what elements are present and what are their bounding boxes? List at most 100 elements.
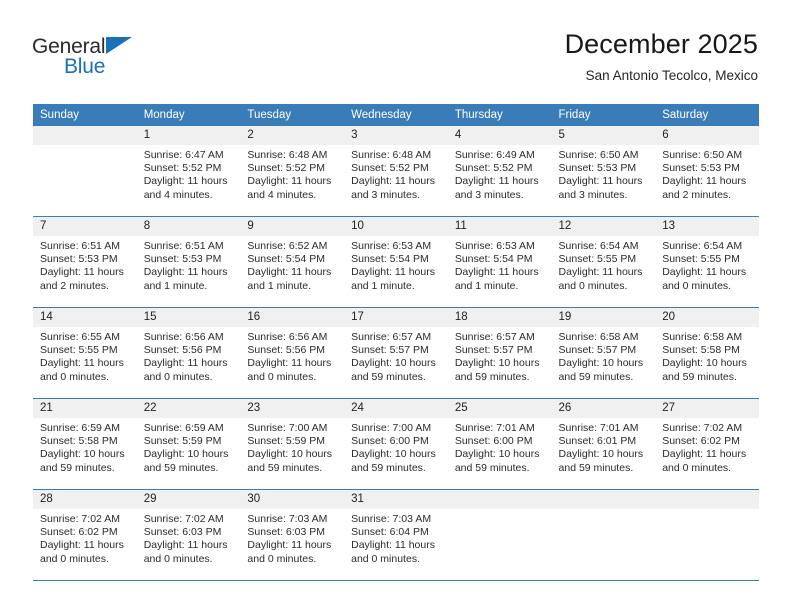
calendar-page: General Blue December 2025 San Antonio T…	[0, 0, 792, 612]
daylight-text: Daylight: 11 hours and 1 minute.	[454, 266, 539, 292]
calendar-day-cell[interactable]: 10 Sunrise: 6:53 AM Sunset: 5:54 PM Dayligh…	[344, 216, 448, 308]
calendar-day-cell[interactable]: 29 Sunrise: 7:02 AM Sunset: 6:03 PM Dayligh…	[136, 489, 241, 580]
calendar-day-cell[interactable]: 2 Sunrise: 6:48 AM Sunset: 5:52 PM Daylight…	[240, 126, 345, 217]
sunrise-text: Sunrise: 6:51 AM	[143, 240, 224, 252]
sunrise-text: Sunrise: 6:57 AM	[454, 331, 535, 343]
day-cell-inner: 20 Sunrise: 6:58 AM Sunset: 5:58 PM Dayligh…	[655, 308, 759, 398]
calendar-day-cell[interactable]: 27 Sunrise: 7:02 AM Sunset: 6:02 PM Dayligh…	[655, 398, 759, 490]
sunrise-text: Sunrise: 6:56 AM	[143, 331, 224, 343]
day-number: 19	[551, 308, 656, 327]
day-details: Sunrise: 7:01 AM Sunset: 6:00 PM Daylight:…	[448, 418, 552, 475]
sunset-text: Sunset: 6:00 PM	[351, 435, 429, 448]
sunrise-text: Sunrise: 6:48 AM	[247, 149, 328, 161]
calendar-day-cell[interactable]: 11 Sunrise: 6:53 AM Sunset: 5:54 PM Dayligh…	[447, 216, 552, 308]
sunset-text: Sunset: 5:56 PM	[247, 344, 326, 357]
calendar-day-cell[interactable]: 24 Sunrise: 7:00 AM Sunset: 6:00 PM Dayligh…	[344, 398, 448, 490]
day-number: 3	[344, 126, 448, 145]
calendar-day-cell[interactable]: 26 Sunrise: 7:01 AM Sunset: 6:01 PM Dayligh…	[551, 398, 656, 490]
sunrise-text: Sunrise: 7:00 AM	[351, 422, 432, 434]
calendar-day-cell[interactable]: 21 Sunrise: 6:59 AM Sunset: 5:58 PM Dayligh…	[33, 398, 137, 490]
brand-name-top: General	[32, 35, 106, 58]
day-cell-inner: 30 Sunrise: 7:03 AM Sunset: 6:03 PM Dayligh…	[240, 490, 345, 580]
calendar-day-cell[interactable]: 13 Sunrise: 6:54 AM Sunset: 5:55 PM Dayligh…	[655, 216, 759, 308]
day-number: 24	[344, 399, 448, 418]
calendar-day-cell[interactable]: 16 Sunrise: 6:56 AM Sunset: 5:56 PM Dayligh…	[240, 307, 345, 399]
day-cell-inner: 19 Sunrise: 6:58 AM Sunset: 5:57 PM Dayligh…	[551, 308, 656, 398]
day-cell-inner: 12 Sunrise: 6:54 AM Sunset: 5:55 PM Dayligh…	[551, 217, 656, 307]
daylight-text: Daylight: 11 hours and 0 minutes.	[247, 357, 332, 383]
calendar-day-cell[interactable]: 30 Sunrise: 7:03 AM Sunset: 6:03 PM Dayligh…	[240, 489, 345, 580]
day-cell-inner	[33, 126, 137, 216]
day-number: 2	[240, 126, 345, 145]
calendar-day-cell[interactable]: 14 Sunrise: 6:55 AM Sunset: 5:55 PM Dayligh…	[33, 307, 137, 399]
day-number: 4	[447, 126, 552, 145]
day-number: 13	[655, 217, 759, 236]
day-details: Sunrise: 6:50 AM Sunset: 5:53 PM Daylight:…	[655, 145, 759, 202]
day-details: Sunrise: 7:03 AM Sunset: 6:03 PM Daylight:…	[240, 509, 344, 566]
calendar-day-cell[interactable]: 15 Sunrise: 6:56 AM Sunset: 5:56 PM Dayligh…	[136, 307, 241, 399]
calendar-day-cell[interactable]: 25 Sunrise: 7:01 AM Sunset: 6:00 PM Dayligh…	[447, 398, 552, 490]
day-details: Sunrise: 7:00 AM Sunset: 6:00 PM Daylight:…	[344, 418, 448, 475]
day-details: Sunrise: 6:49 AM Sunset: 5:52 PM Daylight:…	[448, 145, 552, 202]
calendar-day-cell[interactable]: 8 Sunrise: 6:51 AM Sunset: 5:53 PM Daylight…	[136, 216, 241, 308]
calendar-cell-empty	[33, 126, 137, 217]
calendar-day-cell[interactable]: 28 Sunrise: 7:02 AM Sunset: 6:02 PM Dayligh…	[33, 489, 137, 580]
day-cell-inner: 15 Sunrise: 6:56 AM Sunset: 5:56 PM Dayligh…	[136, 308, 241, 398]
day-details: Sunrise: 6:59 AM Sunset: 5:59 PM Daylight:…	[137, 418, 241, 475]
calendar-day-cell[interactable]: 31 Sunrise: 7:03 AM Sunset: 6:04 PM Dayligh…	[344, 489, 448, 580]
day-number: 30	[240, 490, 345, 509]
sunset-text: Sunset: 5:59 PM	[143, 435, 222, 448]
day-details: Sunrise: 7:01 AM Sunset: 6:01 PM Daylight:…	[552, 418, 656, 475]
day-cell-inner: 2 Sunrise: 6:48 AM Sunset: 5:52 PM Daylight…	[240, 126, 345, 216]
calendar-day-cell[interactable]: 5 Sunrise: 6:50 AM Sunset: 5:53 PM Daylight…	[551, 126, 656, 217]
calendar-day-cell[interactable]: 4 Sunrise: 6:49 AM Sunset: 5:52 PM Daylight…	[447, 126, 552, 217]
calendar-day-cell[interactable]: 23 Sunrise: 7:00 AM Sunset: 5:59 PM Dayligh…	[240, 398, 345, 490]
day-cell-inner: 6 Sunrise: 6:50 AM Sunset: 5:53 PM Daylight…	[655, 126, 759, 216]
calendar-day-cell[interactable]: 12 Sunrise: 6:54 AM Sunset: 5:55 PM Dayligh…	[551, 216, 656, 308]
daylight-text: Daylight: 10 hours and 59 minutes.	[247, 448, 333, 474]
day-cell-inner: 18 Sunrise: 6:57 AM Sunset: 5:57 PM Dayligh…	[447, 308, 552, 398]
sunset-text: Sunset: 6:00 PM	[454, 435, 533, 448]
daylight-text: Daylight: 10 hours and 59 minutes.	[662, 357, 747, 383]
sunrise-text: Sunrise: 6:48 AM	[351, 149, 432, 161]
day-cell-inner: 7 Sunrise: 6:51 AM Sunset: 5:53 PM Daylight…	[33, 217, 137, 307]
calendar-day-cell[interactable]: 6 Sunrise: 6:50 AM Sunset: 5:53 PM Daylight…	[655, 126, 759, 217]
daylight-text: Daylight: 10 hours and 59 minutes.	[558, 448, 644, 474]
sunset-text: Sunset: 5:55 PM	[662, 253, 740, 266]
brand-name-bottom: Blue	[64, 55, 106, 78]
day-cell-inner	[551, 490, 656, 580]
day-number: 28	[33, 490, 137, 509]
day-cell-inner: 11 Sunrise: 6:53 AM Sunset: 5:54 PM Dayligh…	[447, 217, 552, 307]
calendar-day-cell[interactable]: 22 Sunrise: 6:59 AM Sunset: 5:59 PM Dayligh…	[136, 398, 241, 490]
sunrise-text: Sunrise: 6:50 AM	[558, 149, 639, 161]
calendar-day-cell[interactable]: 20 Sunrise: 6:58 AM Sunset: 5:58 PM Dayligh…	[655, 307, 759, 399]
sunrise-text: Sunrise: 6:50 AM	[662, 149, 743, 161]
sunset-text: Sunset: 5:54 PM	[454, 253, 533, 266]
sunrise-text: Sunrise: 6:58 AM	[662, 331, 743, 343]
sunset-text: Sunset: 5:53 PM	[40, 253, 118, 266]
day-details: Sunrise: 7:02 AM Sunset: 6:03 PM Daylight:…	[137, 509, 241, 566]
day-number: 14	[33, 308, 137, 327]
page-title: December 2025	[564, 29, 758, 59]
weekday-header-friday: Friday	[551, 104, 656, 126]
title-block: December 2025 San Antonio Tecolco, Mexic…	[564, 29, 758, 84]
day-number	[33, 126, 137, 145]
day-details: Sunrise: 6:56 AM Sunset: 5:56 PM Daylight:…	[240, 327, 344, 384]
calendar-week-row: 7 Sunrise: 6:51 AM Sunset: 5:53 PM Daylight…	[33, 216, 759, 308]
calendar-day-cell[interactable]: 18 Sunrise: 6:57 AM Sunset: 5:57 PM Dayligh…	[447, 307, 552, 399]
day-number: 12	[551, 217, 656, 236]
sunrise-text: Sunrise: 6:57 AM	[351, 331, 432, 343]
sunset-text: Sunset: 5:54 PM	[247, 253, 326, 266]
daylight-text: Daylight: 11 hours and 2 minutes.	[40, 266, 124, 292]
day-details: Sunrise: 6:52 AM Sunset: 5:54 PM Daylight:…	[240, 236, 344, 293]
calendar-day-cell[interactable]: 19 Sunrise: 6:58 AM Sunset: 5:57 PM Dayligh…	[551, 307, 656, 399]
calendar-day-cell[interactable]: 7 Sunrise: 6:51 AM Sunset: 5:53 PM Daylight…	[33, 216, 137, 308]
calendar-day-cell[interactable]: 1 Sunrise: 6:47 AM Sunset: 5:52 PM Daylight…	[136, 126, 241, 217]
calendar-day-cell[interactable]: 17 Sunrise: 6:57 AM Sunset: 5:57 PM Dayligh…	[344, 307, 448, 399]
daylight-text: Daylight: 11 hours and 0 minutes.	[40, 539, 124, 565]
sunset-text: Sunset: 6:03 PM	[247, 526, 326, 539]
daylight-text: Daylight: 11 hours and 0 minutes.	[143, 539, 228, 565]
calendar-day-cell[interactable]: 3 Sunrise: 6:48 AM Sunset: 5:52 PM Daylight…	[344, 126, 448, 217]
calendar-day-cell[interactable]: 9 Sunrise: 6:52 AM Sunset: 5:54 PM Daylight…	[240, 216, 345, 308]
sunset-text: Sunset: 5:55 PM	[558, 253, 637, 266]
